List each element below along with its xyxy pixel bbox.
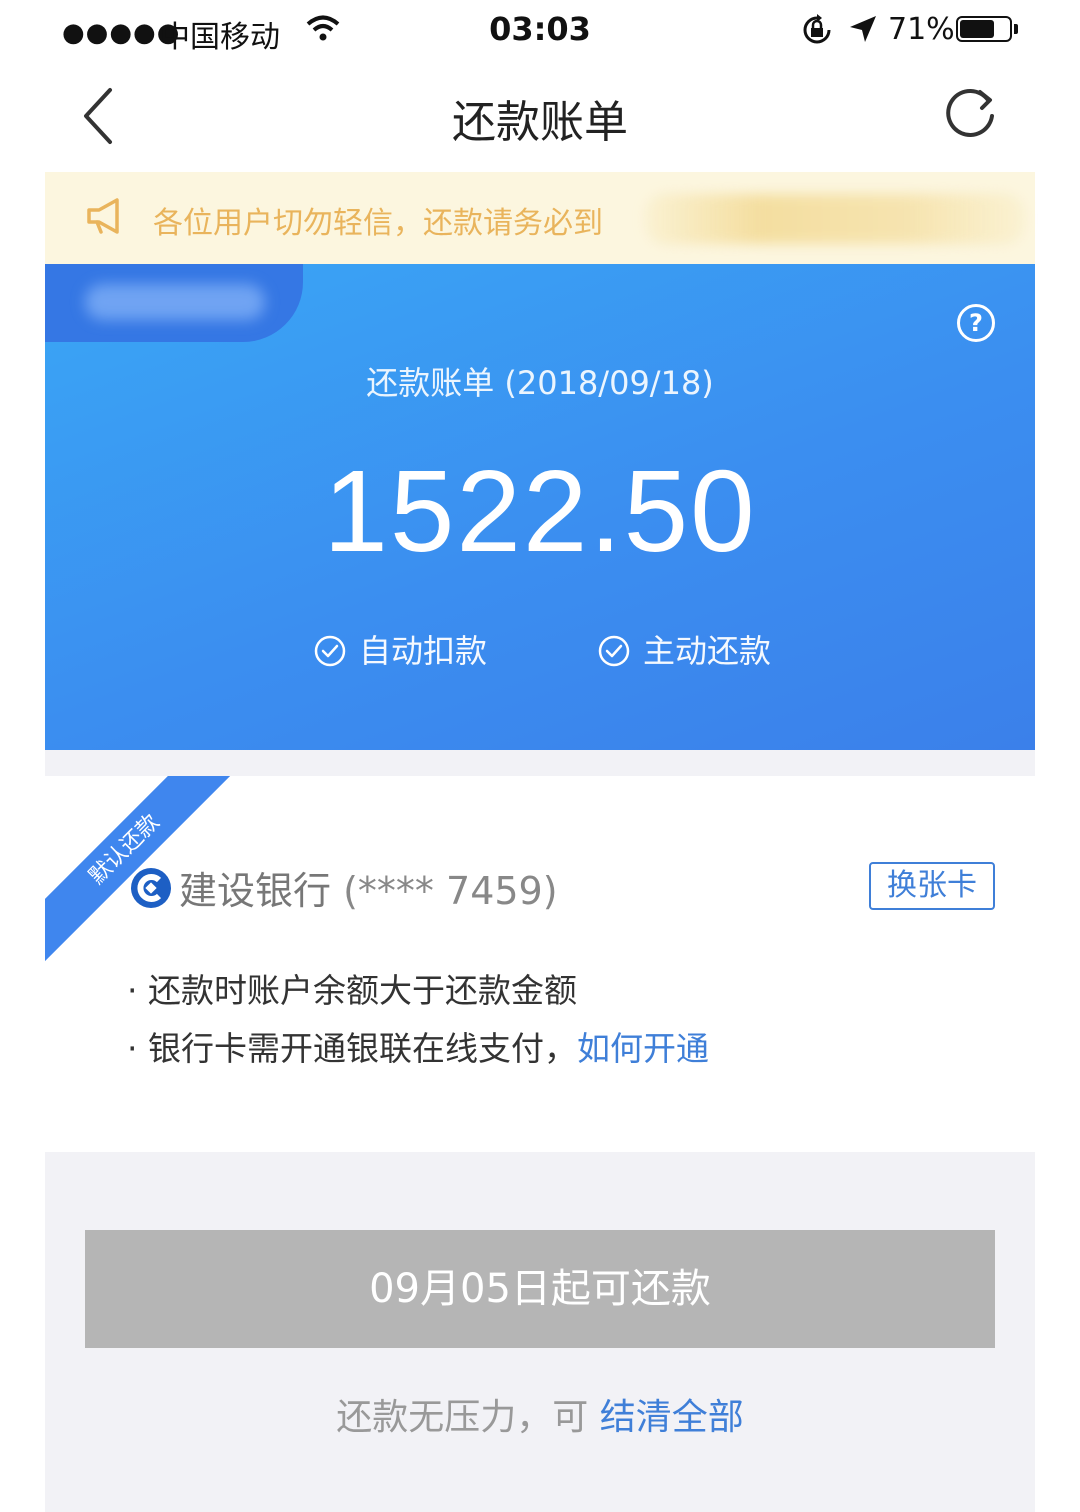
tip-item: · 还款时账户余额大于还款金额 <box>127 964 577 1012</box>
page-title: 还款账单 <box>452 97 628 148</box>
tip-bullet: · <box>127 971 138 1010</box>
settle-line: 还款无压力，可 结清全部 <box>45 1388 1035 1440</box>
bill-card: ? 还款账单 (2018/09/18) 1522.50 自动扣款 主动还款 <box>45 264 1035 750</box>
card-number: (**** 7459) <box>343 869 558 913</box>
battery-icon <box>956 16 1012 42</box>
nav-bar: 还款账单 <box>0 62 1080 170</box>
tip-bullet: · <box>127 1029 138 1068</box>
change-card-button[interactable]: 换张卡 <box>869 862 995 910</box>
card-tab <box>45 264 303 342</box>
battery-cap <box>1014 24 1018 34</box>
manual-repay-label: 主动还款 <box>643 632 772 670</box>
status-bar: ●●●●● 中国移动 03:03 71% <box>0 0 1080 62</box>
notice-banner[interactable]: 各位用户切勿轻信，还款请务必到 <box>45 172 1035 264</box>
bill-title: 还款账单 (2018/09/18) <box>366 364 714 402</box>
tip-item: · 银行卡需开通银联在线支付，如何开通 <box>127 1022 709 1070</box>
bottom-action-area: 09月05日起可还款 还款无压力，可 结清全部 <box>45 1152 1035 1512</box>
help-icon[interactable]: ? <box>957 304 995 342</box>
repay-card-section: 默认还款 建设银行 (**** 7459) 换张卡 · 还款时账户余额大于还款金… <box>45 776 1035 1152</box>
section-divider <box>45 750 1035 776</box>
location-arrow-icon <box>848 14 878 48</box>
repay-button[interactable]: 09月05日起可还款 <box>85 1230 995 1348</box>
refresh-icon[interactable] <box>936 82 1004 150</box>
how-to-enable-link[interactable]: 如何开通 <box>577 1029 709 1068</box>
check-circle-icon <box>598 635 630 667</box>
settle-text: 还款无压力，可 <box>336 1397 600 1438</box>
orientation-lock-icon <box>800 14 834 50</box>
auto-deduct-label: 自动扣款 <box>359 632 488 670</box>
auto-deduct-option[interactable]: 自动扣款 <box>313 626 487 672</box>
bill-amount: 1522.50 <box>323 446 757 576</box>
settle-all-link[interactable]: 结清全部 <box>600 1397 744 1438</box>
card-tab-redacted <box>85 284 265 320</box>
bank-card-label: 建设银行 (**** 7459) <box>179 860 558 915</box>
megaphone-icon <box>85 196 127 240</box>
battery-fill <box>960 20 994 38</box>
bank-name: 建设银行 <box>179 869 332 913</box>
notice-text: 各位用户切勿轻信，还款请务必到 <box>153 206 603 241</box>
battery-percent: 71% <box>888 12 955 47</box>
tip-text: 还款时账户余额大于还款金额 <box>148 971 577 1010</box>
manual-repay-option[interactable]: 主动还款 <box>597 626 771 672</box>
check-circle-icon <box>314 635 346 667</box>
ccb-logo-icon <box>129 866 173 910</box>
notice-redacted <box>645 194 1025 244</box>
tip-text: 银行卡需开通银联在线支付， <box>148 1029 577 1068</box>
